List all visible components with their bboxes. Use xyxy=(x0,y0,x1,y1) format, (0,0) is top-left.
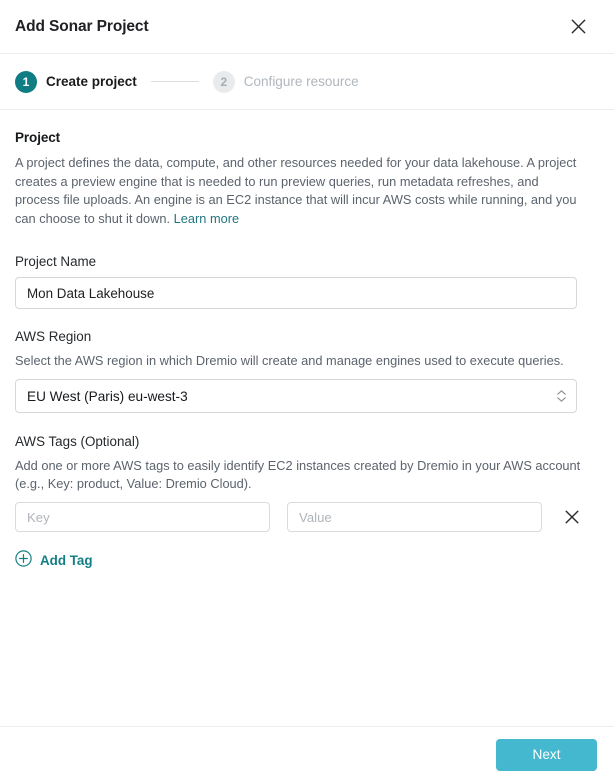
dialog-footer: Next xyxy=(0,726,614,782)
dialog-body: Project A project defines the data, comp… xyxy=(0,110,614,726)
aws-region-selected-value: EU West (Paris) eu-west-3 xyxy=(27,389,188,404)
remove-tag-icon[interactable] xyxy=(561,506,583,528)
stepper: 1 Create project 2 Configure resource xyxy=(0,54,614,110)
step-number-badge: 2 xyxy=(213,71,235,93)
step-label: Create project xyxy=(46,74,137,89)
step-label: Configure resource xyxy=(244,74,359,89)
project-description-text: A project defines the data, compute, and… xyxy=(15,155,576,226)
aws-region-select[interactable]: EU West (Paris) eu-west-3 xyxy=(15,379,577,413)
project-section: Project A project defines the data, comp… xyxy=(15,130,597,228)
stepper-step-create-project[interactable]: 1 Create project xyxy=(15,71,137,93)
stepper-connector xyxy=(151,81,199,82)
aws-tags-label: AWS Tags (Optional) xyxy=(15,434,597,449)
aws-region-section: AWS Region Select the AWS region in whic… xyxy=(15,329,597,413)
aws-region-label: AWS Region xyxy=(15,329,597,344)
project-section-description: A project defines the data, compute, and… xyxy=(15,154,577,228)
tag-row xyxy=(15,502,597,532)
dialog-title: Add Sonar Project xyxy=(15,18,564,36)
dialog-header: Add Sonar Project xyxy=(0,0,614,54)
add-tag-button[interactable]: Add Tag xyxy=(15,550,93,570)
project-name-label: Project Name xyxy=(15,254,597,269)
add-tag-label: Add Tag xyxy=(40,553,93,568)
aws-tags-description: Add one or more AWS tags to easily ident… xyxy=(15,457,597,493)
project-name-section: Project Name xyxy=(15,254,597,309)
aws-tags-section: AWS Tags (Optional) Add one or more AWS … xyxy=(15,434,597,572)
step-number-badge: 1 xyxy=(15,71,37,93)
tag-value-input[interactable] xyxy=(287,502,542,532)
project-section-title: Project xyxy=(15,130,597,145)
learn-more-link[interactable]: Learn more xyxy=(174,211,239,226)
stepper-step-configure-resource[interactable]: 2 Configure resource xyxy=(213,71,359,93)
close-icon[interactable] xyxy=(564,13,592,41)
next-button[interactable]: Next xyxy=(496,739,597,771)
project-name-input[interactable] xyxy=(15,277,577,309)
plus-circle-icon xyxy=(15,550,32,570)
add-sonar-project-dialog: Add Sonar Project 1 Create project 2 Con… xyxy=(0,0,614,782)
aws-region-description: Select the AWS region in which Dremio wi… xyxy=(15,352,597,370)
tag-key-input[interactable] xyxy=(15,502,270,532)
aws-region-select-wrapper: EU West (Paris) eu-west-3 xyxy=(15,379,577,413)
